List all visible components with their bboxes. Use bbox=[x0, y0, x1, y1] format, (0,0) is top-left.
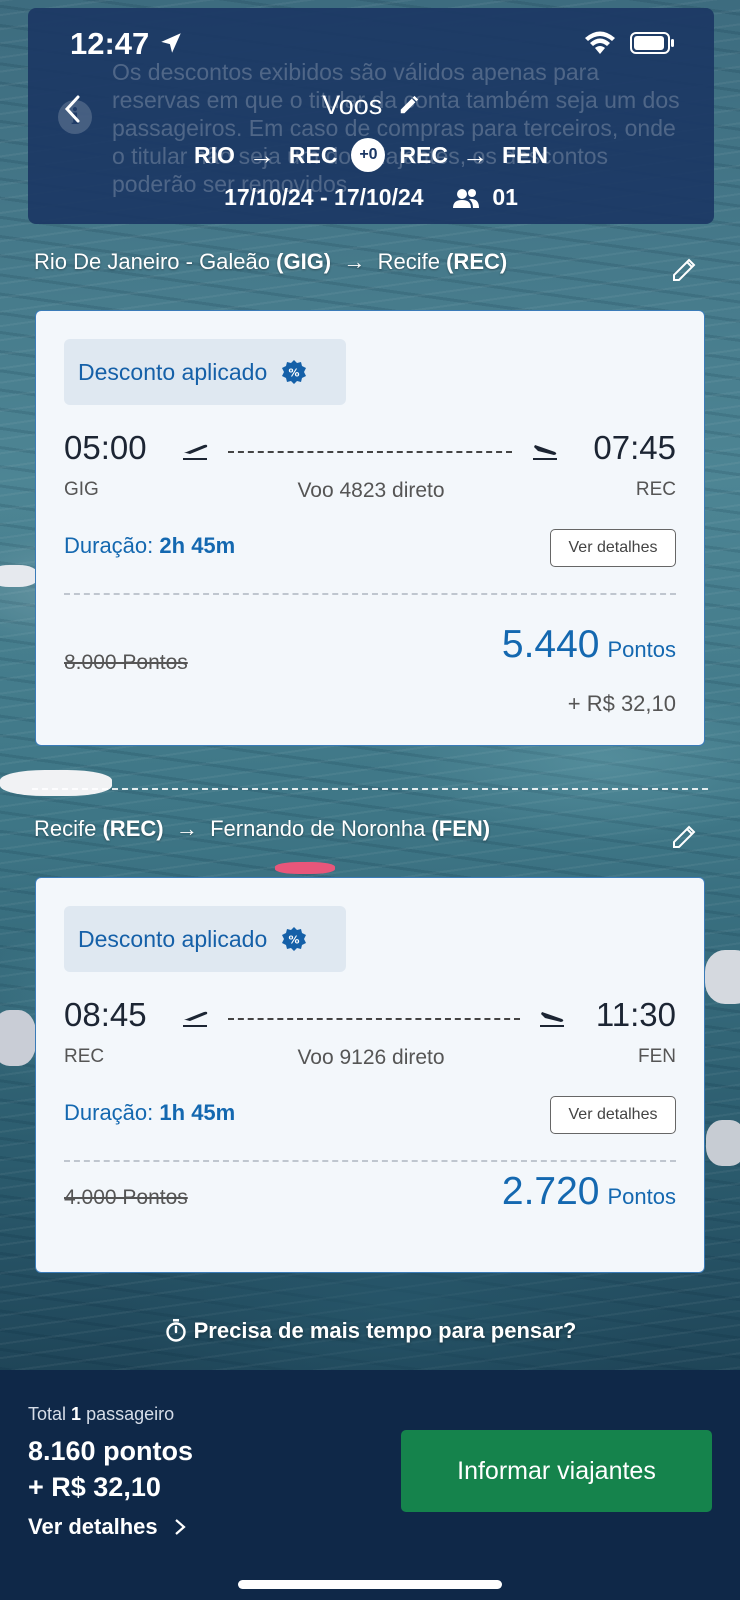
segment-origin-city: Recife bbox=[34, 816, 97, 841]
route-summary: RIO → REC +0 REC → FEN bbox=[28, 138, 714, 172]
flight-duration: Duração: 1h 45m bbox=[64, 1100, 235, 1126]
price-points-value: 5.440 bbox=[501, 623, 600, 666]
checkout-footer: Total 1 passageiro 8.160 pontos + R$ 32,… bbox=[0, 1370, 740, 1600]
boat-decoration bbox=[0, 770, 112, 796]
segment-destination-city: Fernando de Noronha bbox=[210, 816, 426, 841]
edit-pencil-icon[interactable] bbox=[398, 94, 420, 116]
total-points: 8.160 pontos bbox=[28, 1436, 194, 1466]
home-indicator bbox=[238, 1580, 502, 1589]
total-money: + R$ 32,10 bbox=[28, 1472, 161, 1502]
arrival-time: 11:30 bbox=[595, 996, 676, 1033]
date-range: 17/10/24 - 17/10/24 bbox=[224, 184, 424, 210]
card-divider bbox=[64, 1160, 676, 1162]
tax-amount: + R$ 32,10 bbox=[567, 691, 676, 716]
segment-origin-code: (GIG) bbox=[276, 249, 332, 274]
arrival-airport: FEN bbox=[638, 1046, 676, 1067]
takeoff-icon bbox=[183, 444, 208, 460]
takeoff-icon bbox=[183, 1011, 208, 1027]
boat-decoration bbox=[705, 950, 740, 1004]
boat-decoration bbox=[0, 1010, 36, 1066]
total-details-text: Ver detalhes bbox=[28, 1514, 158, 1539]
price-points-unit: Pontos bbox=[607, 637, 677, 662]
arrival-time: 07:45 bbox=[593, 429, 676, 466]
duration-value: 1h 45m bbox=[159, 1100, 236, 1125]
total-details-link[interactable]: Ver detalhes bbox=[28, 1514, 186, 1540]
discounted-price: 5.440 Pontos bbox=[502, 623, 676, 667]
timer-icon bbox=[165, 1319, 186, 1342]
route-origin: RIO bbox=[193, 141, 235, 168]
discount-label: Desconto aplicado bbox=[78, 358, 268, 385]
inform-travelers-button[interactable]: Informar viajantes bbox=[401, 1430, 712, 1512]
total-passenger-word: passageiro bbox=[86, 1404, 175, 1424]
edit-segment-2-icon[interactable] bbox=[670, 821, 700, 851]
flight-path-line bbox=[228, 1018, 520, 1020]
duration-label: Duração: bbox=[64, 1100, 154, 1125]
more-time-text: Precisa de mais tempo para pensar? bbox=[193, 1318, 577, 1343]
total-passenger-label: Total 1 passageiro bbox=[28, 1404, 174, 1425]
flight-duration: Duração: 2h 45m bbox=[64, 533, 235, 559]
flight-path-line bbox=[228, 451, 512, 453]
segment-2-route: Recife (REC) → Fernando de Noronha (FEN) bbox=[34, 816, 490, 842]
price-points-value: 2.720 bbox=[501, 1170, 600, 1213]
landing-icon bbox=[533, 445, 557, 460]
plus-days-badge: +0 bbox=[351, 138, 386, 172]
segment-destination-code: (FEN) bbox=[431, 816, 491, 841]
svg-text:%: % bbox=[289, 367, 300, 380]
flight-number: Voo 9126 direto bbox=[297, 1046, 445, 1069]
arrow-right-icon: → bbox=[337, 249, 372, 274]
boat-decoration bbox=[275, 862, 335, 874]
route-stop-2: REC bbox=[399, 141, 448, 168]
duration-label: Duração: bbox=[64, 533, 154, 558]
segment-separator bbox=[32, 788, 708, 790]
segment-destination-code: (REC) bbox=[446, 249, 508, 274]
segment-destination-city: Recife bbox=[377, 249, 440, 274]
boat-decoration bbox=[0, 565, 38, 587]
total-prefix: Total bbox=[28, 1404, 67, 1424]
flight-number: Voo 4823 direto bbox=[297, 479, 445, 502]
discount-seal-icon: % bbox=[282, 360, 307, 384]
see-details-button[interactable]: Ver detalhes bbox=[550, 1096, 676, 1134]
departure-time: 05:00 bbox=[64, 429, 147, 466]
svg-text:%: % bbox=[289, 934, 300, 947]
segment-origin-code: (REC) bbox=[102, 816, 164, 841]
flight-card-2: Desconto aplicado % 08:45 11:30 REC Voo … bbox=[35, 877, 705, 1273]
location-arrow-icon bbox=[161, 33, 181, 53]
more-time-link[interactable]: Precisa de mais tempo para pensar? bbox=[0, 1318, 740, 1344]
route-arrow-icon: → bbox=[248, 139, 275, 170]
edit-segment-1-icon[interactable] bbox=[670, 254, 700, 284]
boat-decoration bbox=[706, 1120, 740, 1166]
arrow-right-icon: → bbox=[169, 816, 204, 841]
route-stop: REC bbox=[288, 141, 338, 168]
duration-value: 2h 45m bbox=[159, 533, 236, 558]
status-bar: 12:47 bbox=[0, 0, 740, 90]
discount-applied-badge: Desconto aplicado % bbox=[64, 906, 346, 972]
departure-time: 08:45 bbox=[64, 996, 147, 1033]
card-divider bbox=[64, 593, 676, 595]
chevron-right-icon bbox=[175, 1519, 186, 1535]
battery-icon bbox=[630, 32, 674, 54]
segment-1-route: Rio De Janeiro - Galeão (GIG) → Recife (… bbox=[34, 249, 507, 275]
landing-icon bbox=[540, 1012, 564, 1027]
travel-dates: 17/10/24 - 17/10/24 01 bbox=[28, 184, 714, 211]
status-time: 12:47 bbox=[70, 26, 150, 61]
wifi-icon bbox=[585, 31, 615, 54]
page-title-text: Voos bbox=[322, 90, 383, 120]
discount-label: Desconto aplicado bbox=[78, 925, 268, 952]
original-price: 4.000 Pontos bbox=[64, 1186, 188, 1209]
passengers-icon bbox=[452, 189, 479, 208]
flight-card-1: Desconto aplicado % 05:00 07:45 GIG Voo … bbox=[35, 310, 705, 746]
route-destination: FEN bbox=[502, 141, 548, 168]
discount-seal-icon: % bbox=[282, 927, 307, 951]
passenger-count: 01 bbox=[492, 184, 518, 210]
total-passenger-count: 1 bbox=[71, 1404, 82, 1424]
discount-applied-badge: Desconto aplicado % bbox=[64, 339, 346, 405]
segment-origin-city: Rio De Janeiro - Galeão bbox=[34, 249, 271, 274]
route-arrow-icon: → bbox=[462, 139, 488, 170]
arrival-airport: REC bbox=[635, 479, 676, 500]
discounted-price: 2.720 Pontos bbox=[502, 1170, 676, 1214]
see-details-button[interactable]: Ver detalhes bbox=[550, 529, 676, 567]
price-points-unit: Pontos bbox=[607, 1184, 677, 1209]
original-price: 8.000 Pontos bbox=[64, 651, 188, 674]
page-title[interactable]: Voos bbox=[28, 90, 714, 121]
